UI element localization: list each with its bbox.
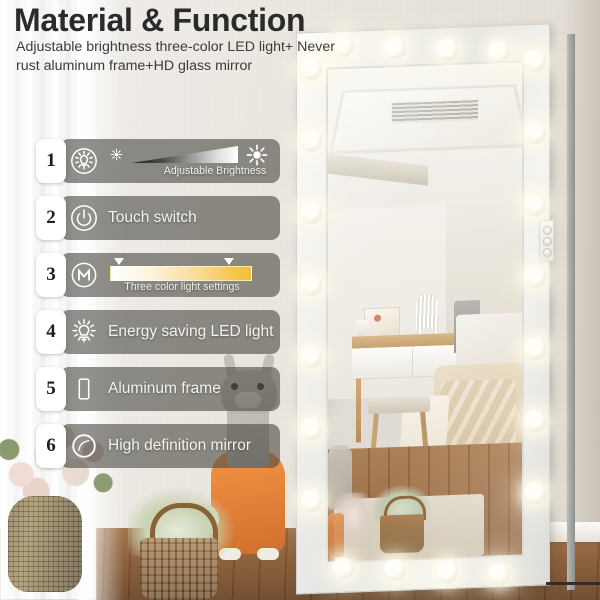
feature-list: 1 Adjustable Brightness 2 Touch switch 3 Thre… bbox=[36, 139, 280, 481]
feature-row: 3 Three color light settings bbox=[36, 253, 280, 297]
feature-label: Energy saving LED light bbox=[108, 323, 274, 340]
touch-button-color[interactable] bbox=[543, 247, 552, 258]
sun-large-icon bbox=[246, 144, 268, 166]
feature-number-badge: 1 bbox=[36, 139, 66, 183]
feature-number-badge: 6 bbox=[36, 424, 66, 468]
power-cord bbox=[546, 548, 600, 585]
power-circle-icon bbox=[69, 203, 99, 233]
brightness-slider[interactable]: Adjustable Brightness bbox=[106, 144, 274, 182]
led-bulb-right bbox=[524, 50, 546, 72]
vase-texture bbox=[8, 496, 82, 592]
frame-rect-icon bbox=[69, 374, 99, 404]
feature-row: 5 Aluminum frame bbox=[36, 367, 280, 411]
led-bulb-top bbox=[384, 37, 406, 60]
led-bulb-left bbox=[300, 130, 322, 152]
bulb-circle-icon bbox=[69, 146, 99, 176]
led-bulb-bottom bbox=[436, 560, 458, 583]
led-bulb-left bbox=[300, 274, 322, 296]
led-bulb-right bbox=[524, 482, 546, 504]
led-bulb-top bbox=[436, 38, 458, 61]
feature-number-badge: 2 bbox=[36, 196, 66, 240]
led-bulb-bottom bbox=[384, 559, 406, 582]
touch-button-power[interactable] bbox=[543, 236, 552, 247]
slider-marker-right[interactable] bbox=[224, 258, 234, 265]
led-bulb-right bbox=[524, 122, 546, 144]
feature-label: High definition mirror bbox=[108, 437, 251, 454]
led-bulb-right bbox=[524, 194, 546, 216]
led-bulb-rays-icon bbox=[69, 317, 99, 347]
brightness-caption: Adjustable Brightness bbox=[163, 165, 267, 177]
feature-number-badge: 5 bbox=[36, 367, 66, 411]
product-feature-image: Material & Function Adjustable brightnes… bbox=[0, 0, 600, 600]
feature-row: 6 High definition mirror bbox=[36, 424, 280, 468]
feature-row: 4 Energy saving LED light bbox=[36, 310, 280, 354]
llama-foot bbox=[257, 548, 279, 560]
floor-mirror bbox=[286, 23, 600, 600]
slider-marker-left[interactable] bbox=[114, 258, 124, 265]
color-temperature-slider[interactable]: Three color light settings bbox=[102, 256, 274, 296]
mirror-circle-icon bbox=[69, 431, 99, 461]
led-bulb-left bbox=[300, 490, 322, 512]
feature-row: 2 Touch switch bbox=[36, 196, 280, 240]
led-bulb-right bbox=[524, 410, 546, 432]
feature-number-badge: 4 bbox=[36, 310, 66, 354]
led-bulb-left bbox=[300, 418, 322, 440]
led-bulb-top bbox=[488, 40, 510, 63]
feature-label: Touch switch bbox=[108, 209, 197, 226]
feature-label: Aluminum frame bbox=[108, 380, 221, 397]
basket-weave-texture bbox=[140, 538, 218, 600]
flower-vase bbox=[8, 496, 82, 592]
led-bulb-right bbox=[524, 266, 546, 288]
led-bulb-left bbox=[300, 346, 322, 368]
sun-small-icon bbox=[110, 148, 123, 161]
color-caption: Three color light settings bbox=[124, 281, 240, 293]
led-bulb-bottom bbox=[488, 562, 510, 585]
feature-number-badge: 3 bbox=[36, 253, 66, 297]
feature-row: 1 Adjustable Brightness bbox=[36, 139, 280, 183]
led-bulb-right bbox=[524, 338, 546, 360]
touch-button-brightness[interactable] bbox=[543, 225, 552, 236]
m-circle-icon bbox=[69, 260, 99, 290]
mirror-glare bbox=[328, 62, 522, 562]
brightness-gradient-wedge bbox=[132, 146, 238, 163]
page-title: Material & Function bbox=[14, 2, 306, 38]
color-gradient-bar bbox=[110, 266, 252, 281]
page-subtitle: Adjustable brightness three-color LED li… bbox=[16, 39, 335, 75]
mirror-frame-edge bbox=[567, 33, 575, 591]
touch-control-panel[interactable] bbox=[539, 219, 554, 263]
mirror-glass bbox=[326, 60, 524, 564]
led-bulb-left bbox=[300, 202, 322, 224]
woven-basket bbox=[140, 538, 218, 600]
